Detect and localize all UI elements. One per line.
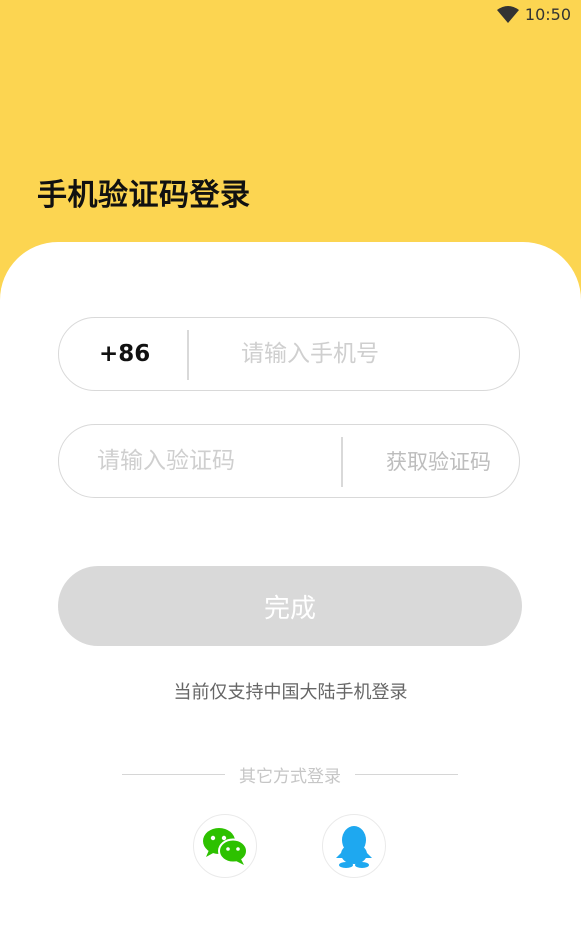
qq-login-button[interactable] [322, 814, 386, 878]
other-login-divider: 其它方式登录 [122, 762, 458, 787]
qq-icon [335, 824, 373, 868]
country-code-selector[interactable]: +86 [99, 318, 150, 390]
phone-input[interactable] [241, 318, 501, 390]
submit-button[interactable]: 完成 [58, 566, 522, 646]
wechat-login-button[interactable] [193, 814, 257, 878]
status-bar: 10:50 [0, 0, 581, 32]
code-divider [341, 437, 343, 487]
phone-field: +86 [58, 317, 520, 391]
get-code-button[interactable]: 获取验证码 [386, 425, 491, 497]
status-indicators: 10:50 [496, 5, 571, 24]
divider-line-left [122, 773, 225, 775]
page-title: 手机验证码登录 [37, 178, 251, 213]
verification-code-input[interactable] [97, 425, 327, 497]
other-login-label: 其它方式登录 [239, 766, 341, 787]
verification-code-field: 获取验证码 [58, 424, 520, 498]
wifi-icon [496, 5, 519, 24]
status-time: 10:50 [524, 5, 571, 24]
region-notice: 当前仅支持中国大陆手机登录 [173, 682, 408, 703]
wechat-icon [201, 826, 249, 866]
phone-divider [187, 330, 189, 380]
divider-line-right [355, 773, 458, 775]
